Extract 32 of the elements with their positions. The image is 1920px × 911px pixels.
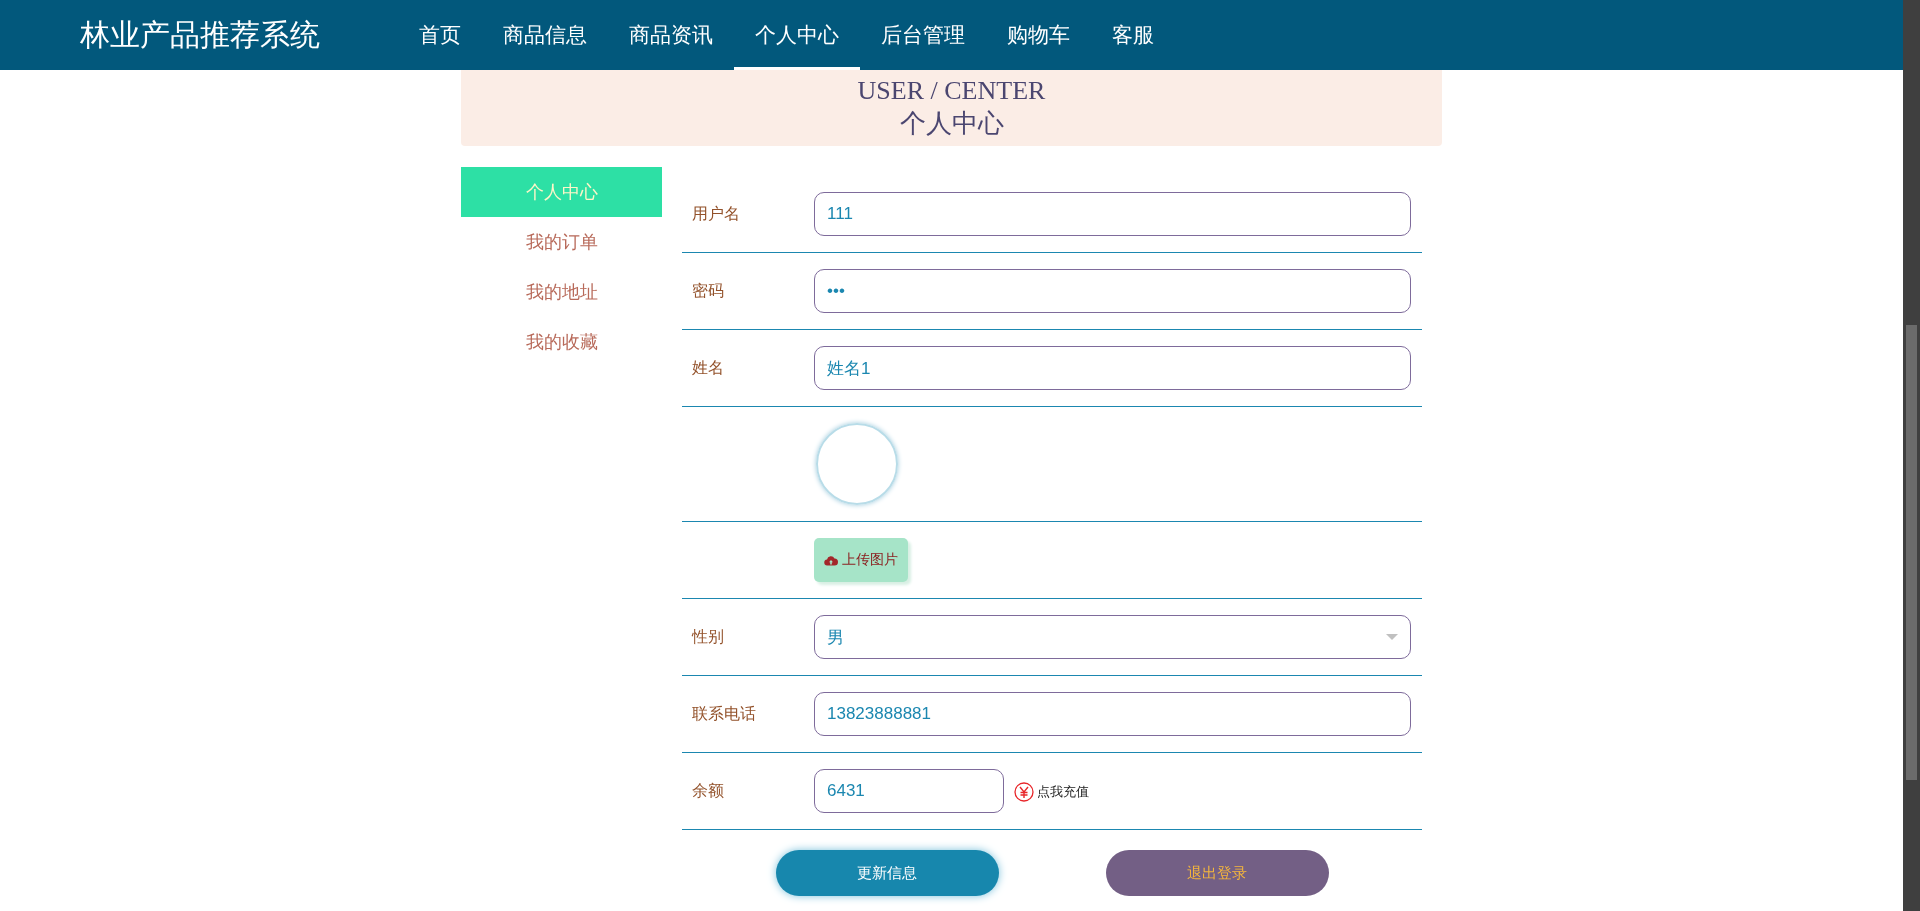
nav-link[interactable]: 商品资讯	[608, 0, 734, 70]
caret-icon	[1386, 634, 1398, 640]
input-field[interactable]: •••	[814, 269, 1411, 313]
upload-button[interactable]: 上传图片	[814, 538, 908, 582]
sidebar-item[interactable]: 我的订单	[461, 217, 662, 267]
field-label: 姓名	[692, 358, 724, 376]
recharge-link[interactable]: 点我充值	[1014, 782, 1089, 802]
nav-link[interactable]: 首页	[398, 0, 482, 70]
sidebar-item[interactable]: 我的地址	[461, 267, 662, 317]
nav-link[interactable]: 后台管理	[860, 0, 986, 70]
logout-button[interactable]: 退出登录	[1105, 850, 1329, 896]
yen-icon	[1014, 782, 1034, 802]
banner-title: USER / CENTER	[857, 76, 1046, 106]
update-button[interactable]: 更新信息	[775, 850, 999, 896]
input-field[interactable]: 姓名1	[814, 346, 1411, 390]
sidebar-item[interactable]: 我的收藏	[461, 317, 662, 367]
input-field[interactable]: 13823888881	[814, 692, 1411, 736]
field-label: 性别	[692, 627, 724, 645]
banner-subtitle: 个人中心	[899, 107, 1004, 140]
input-field[interactable]: 111	[814, 192, 1411, 236]
scrollbar[interactable]	[1903, 0, 1920, 911]
nav-link[interactable]: 商品信息	[482, 0, 608, 70]
gender-select[interactable]: 男	[814, 615, 1411, 659]
field-label: 用户名	[692, 204, 740, 222]
nav-link[interactable]: 客服	[1091, 0, 1175, 70]
cloud-upload-icon	[824, 554, 838, 566]
nav-link[interactable]: 购物车	[986, 0, 1091, 70]
input-field[interactable]: 6431	[814, 769, 1004, 813]
field-label: 余额	[692, 781, 724, 799]
field-label: 联系电话	[692, 704, 756, 722]
field-label: 密码	[692, 281, 724, 299]
site-title: 林业产品推荐系统	[80, 16, 321, 53]
